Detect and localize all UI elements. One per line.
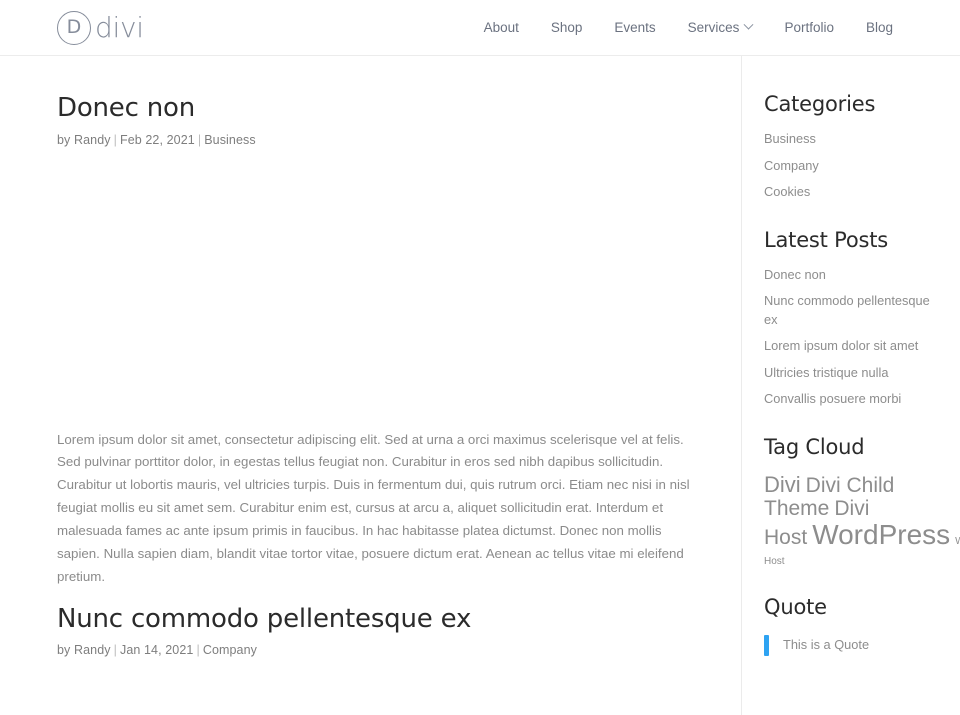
nav-item-services[interactable]: Services [672, 19, 769, 35]
article-donec-non: Donec non by Randy | Feb 22, 2021 | Business… [57, 92, 699, 589]
nav-label-portfolio: Portfolio [784, 19, 834, 35]
widget-title-quote: Quote [764, 594, 827, 619]
widget-tag-cloud: Tag Cloud Divi Divi Child Theme Divi Host W… [764, 434, 960, 569]
logo-circle-d-icon: D [57, 10, 91, 45]
nav-item-shop[interactable]: Shop [535, 21, 599, 35]
list-item: Cookies [764, 183, 942, 202]
latest-post-link-2[interactable]: Nunc commodo pellentesque ex [764, 292, 942, 329]
article-featured-image[interactable] [57, 679, 297, 715]
list-item: Company [764, 157, 942, 176]
article-category[interactable]: Company [203, 643, 257, 657]
nav-label-services: Services [687, 19, 740, 35]
site-header: D divi About Shop Events Services Portfo… [0, 0, 960, 56]
widget-title-tag-cloud: Tag Cloud [764, 434, 865, 459]
latest-post-link-5[interactable]: Convallis posuere morbi [764, 390, 901, 409]
article-author[interactable]: by Randy [57, 133, 111, 147]
divi-logo[interactable]: D divi [57, 10, 144, 45]
tag-link-divi[interactable]: Divi [764, 472, 801, 497]
article-featured-image[interactable] [57, 169, 237, 409]
quote-text: This is a Quote [783, 636, 870, 652]
logo-wordmark: divi [95, 10, 144, 44]
nav-label-shop: Shop [550, 19, 583, 35]
widget-categories: Categories Business Company Cookies [764, 92, 942, 202]
article-excerpt: Lorem ipsum dolor sit amet, consectetur … [57, 431, 690, 584]
quote-accent-bar [764, 634, 769, 656]
article-author[interactable]: by Randy [57, 643, 111, 657]
nav-label-about: About [483, 19, 519, 35]
nav-label-blog: Blog [865, 19, 893, 35]
list-item: Business [764, 130, 942, 149]
article-date[interactable]: Feb 22, 2021 [120, 133, 195, 147]
latest-posts-list: Donec non Nunc commodo pellentesque ex L… [764, 266, 942, 409]
article-category[interactable]: Business [204, 133, 256, 147]
categories-list: Business Company Cookies [764, 130, 942, 202]
sidebar: Categories Business Company Cookies Late… [742, 56, 960, 715]
tag-link-wordpress[interactable]: WordPress [812, 519, 950, 550]
widget-latest-posts: Latest Posts Donec non Nunc commodo pell… [764, 228, 942, 409]
article-nunc-commodo-pellentesque-ex: Nunc commodo pellentesque ex by Randy | Ja… [57, 603, 699, 715]
nav-item-about[interactable]: About [468, 21, 535, 35]
list-item: Ultricies tristique nulla [764, 364, 942, 383]
list-item: Lorem ipsum dolor sit amet [764, 337, 942, 356]
widget-quote: Quote This is a Quote [764, 595, 942, 656]
article-title[interactable]: Nunc commodo pellentesque ex [57, 603, 699, 636]
list-item: Donec non [764, 266, 942, 285]
list-item: Convallis posuere morbi [764, 390, 942, 409]
latest-post-link-3[interactable]: Lorem ipsum dolor sit amet [764, 337, 918, 356]
nav-label-events: Events [614, 19, 656, 35]
nav-item-events[interactable]: Events [598, 21, 671, 35]
article-meta: by Randy | Jan 14, 2021 | Company [57, 643, 258, 658]
category-link-business[interactable]: Business [764, 130, 816, 149]
nav-item-blog[interactable]: Blog [850, 21, 909, 35]
latest-post-link-1[interactable]: Donec non [764, 266, 826, 285]
list-item: Nunc commodo pellentesque ex [764, 292, 942, 329]
widget-title-latest-posts: Latest Posts [764, 227, 889, 252]
article-title[interactable]: Donec non [57, 92, 699, 125]
chevron-down-icon [743, 19, 754, 30]
nav-item-portfolio[interactable]: Portfolio [768, 21, 850, 35]
latest-post-link-4[interactable]: Ultricies tristique nulla [764, 364, 888, 383]
category-link-company[interactable]: Company [764, 157, 819, 176]
blog-post-list: Donec non by Randy | Feb 22, 2021 | Business… [0, 56, 742, 715]
tag-cloud: DiviDivi Child ThemeDivi HostWordPressWo… [764, 472, 960, 569]
widget-title-categories: Categories [764, 92, 876, 116]
primary-navigation: About Shop Events Services Portfolio Blo… [468, 19, 909, 35]
quote-block: This is a Quote [764, 634, 942, 656]
article-date[interactable]: Jan 14, 2021 [120, 643, 193, 657]
category-link-cookies[interactable]: Cookies [764, 183, 810, 202]
article-meta: by Randy | Feb 22, 2021 | Business [57, 132, 256, 147]
page-body: Donec non by Randy | Feb 22, 2021 | Business… [0, 56, 960, 715]
